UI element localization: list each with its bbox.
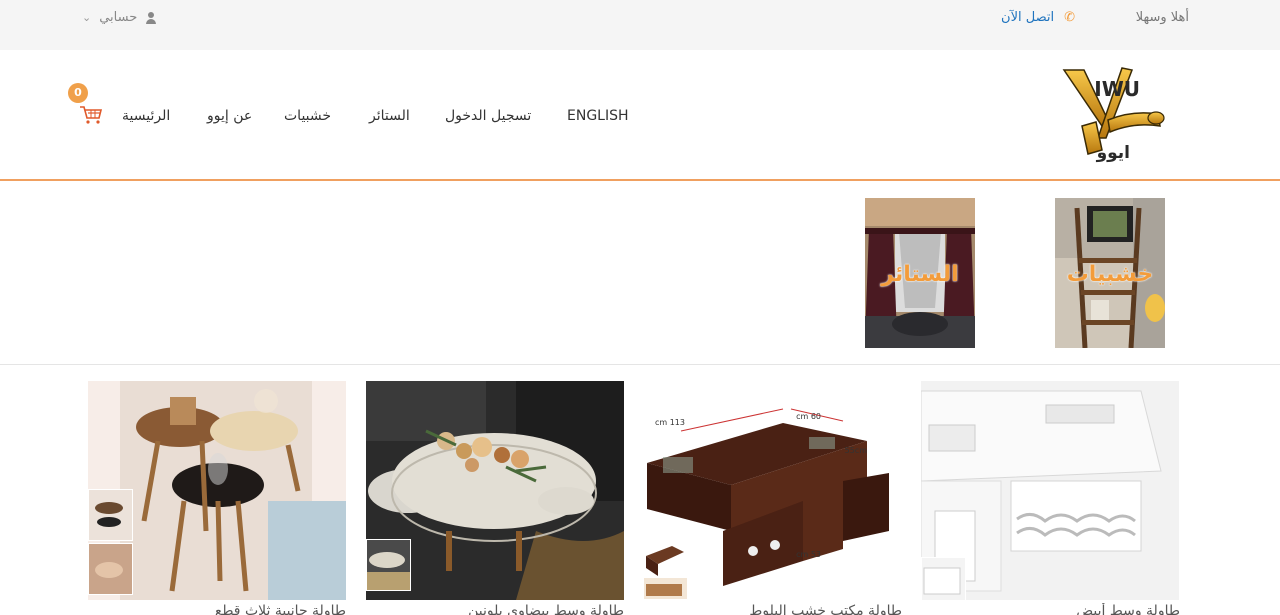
thumbnail-image: [89, 490, 132, 540]
product-thumbnail[interactable]: [88, 543, 133, 595]
thumbnail-image: [89, 544, 132, 594]
nav-item-login[interactable]: تسجيل الدخول: [445, 108, 531, 124]
product-title[interactable]: طاولة جانبية ثلاث قطع: [88, 603, 346, 615]
my-account-label: حسابي: [99, 10, 138, 25]
svg-text:53 cm: 53 cm: [796, 550, 821, 559]
call-now-link[interactable]: ✆ اتصل الآن: [1001, 10, 1075, 25]
category-curtains[interactable]: الستائر: [865, 198, 975, 348]
product-thumbnail[interactable]: [366, 539, 411, 591]
product-thumbnail[interactable]: [921, 557, 966, 600]
nav-item-english[interactable]: ENGLISH: [567, 108, 629, 124]
product-thumbnail[interactable]: [643, 577, 688, 600]
cart-count-badge: 0: [68, 83, 88, 103]
product-title[interactable]: طاولة وسط أبيض: [922, 603, 1180, 615]
call-now-label: اتصل الآن: [1001, 10, 1055, 25]
thumbnail-image: [367, 540, 410, 590]
product-title[interactable]: طاولة مكتب خشب البلوط: [644, 603, 902, 615]
svg-text:60 cm: 60 cm: [796, 412, 821, 421]
svg-text:55cm: 55cm: [845, 446, 868, 455]
logo-arabic-wordmark: ايوو: [1096, 143, 1130, 163]
thumbnail-image: [922, 558, 965, 600]
welcome-text: أهلا وسهلا: [1135, 10, 1189, 25]
product-thumbnail[interactable]: [88, 489, 133, 541]
category-section: خشبيات الستائر: [0, 181, 1280, 365]
top-bar: أهلا وسهلا ✆ اتصل الآن ⌄ حسابي: [0, 0, 1280, 50]
product-card[interactable]: 113 cm 60 cm 53 cm 55cm: [643, 381, 901, 600]
main-nav: ENGLISH تسجيل الدخول الستائر خشبيات عن إ…: [0, 108, 1280, 128]
my-account-dropdown[interactable]: ⌄ حسابي: [82, 10, 157, 25]
thumbnail-image: [644, 578, 687, 599]
nav-item-home[interactable]: الرئيسية: [122, 108, 170, 124]
cart-icon: [80, 106, 103, 124]
nav-item-curtains[interactable]: الستائر: [369, 108, 410, 124]
product-card[interactable]: [921, 381, 1179, 600]
product-card[interactable]: [88, 381, 346, 600]
category-curtains-label: الستائر: [881, 262, 959, 287]
nav-item-woodwork[interactable]: خشبيات: [284, 108, 331, 124]
user-icon: [145, 11, 157, 24]
svg-text:113 cm: 113 cm: [655, 418, 685, 427]
chevron-down-icon: ⌄: [82, 11, 92, 24]
product-card[interactable]: [366, 381, 624, 600]
product-grid: طاولة وسط أبيض 113 cm 60 cm 53 cm 55cm ط…: [0, 365, 1280, 615]
product-title[interactable]: طاولة وسط بيضاوي بلونين: [366, 603, 624, 615]
logo-wordmark: IWU: [1094, 77, 1140, 101]
category-woodwork-label: خشبيات: [1066, 262, 1154, 287]
category-woodwork[interactable]: خشبيات: [1055, 198, 1165, 348]
cart-button[interactable]: [79, 105, 103, 125]
nav-item-about[interactable]: عن إيوو: [207, 108, 252, 124]
phone-icon: ✆: [1064, 10, 1075, 25]
site-header: IWU ايوو ENGLISH تسجيل الدخول الستائر خش…: [0, 50, 1280, 181]
